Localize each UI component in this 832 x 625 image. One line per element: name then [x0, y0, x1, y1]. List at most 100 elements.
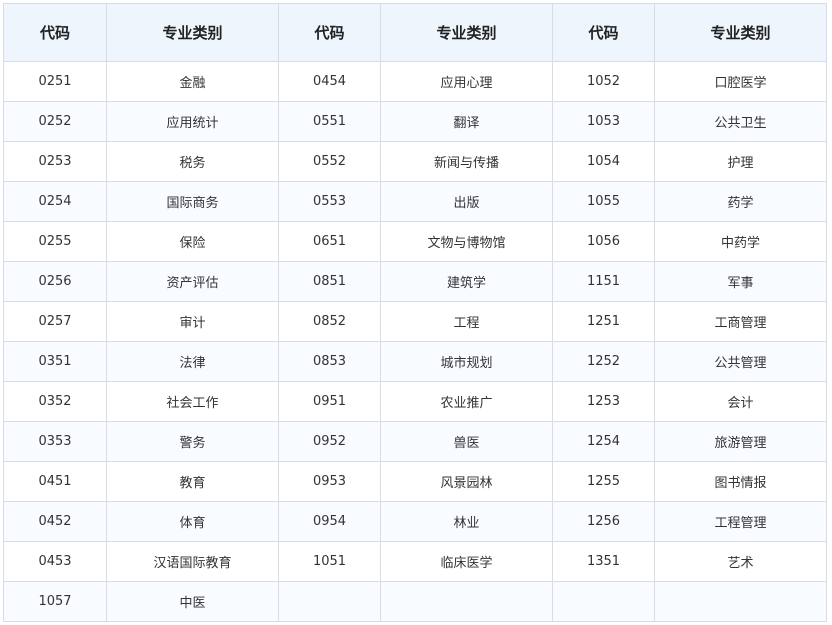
- code-cell: 1052: [552, 61, 655, 102]
- code-cell: 0353: [3, 421, 107, 462]
- category-cell: 工程: [380, 301, 553, 342]
- code-cell: 0454: [278, 61, 381, 102]
- code-cell: [552, 581, 655, 622]
- code-cell: 0257: [3, 301, 107, 342]
- code-cell: 0451: [3, 461, 107, 502]
- category-cell: 出版: [380, 181, 553, 222]
- category-cell: 保险: [106, 221, 279, 262]
- category-cell: 艺术: [654, 541, 827, 582]
- code-cell: 1056: [552, 221, 655, 262]
- category-cell: 应用统计: [106, 101, 279, 142]
- table-row: 0451 教育 0953 风景园林 1255 图书情报: [3, 461, 827, 502]
- code-cell: 1051: [278, 541, 381, 582]
- table-row: 0251 金融 0454 应用心理 1052 口腔医学: [3, 61, 827, 102]
- code-cell: 0253: [3, 141, 107, 182]
- code-cell: 1057: [3, 581, 107, 622]
- category-cell: 图书情报: [654, 461, 827, 502]
- category-cell: 法律: [106, 341, 279, 382]
- category-cell: 应用心理: [380, 61, 553, 102]
- category-cell: 文物与博物馆: [380, 221, 553, 262]
- category-cell: 旅游管理: [654, 421, 827, 462]
- code-cell: 0552: [278, 141, 381, 182]
- table-row: 0351 法律 0853 城市规划 1252 公共管理: [3, 341, 827, 382]
- category-cell: 新闻与传播: [380, 141, 553, 182]
- category-cell: 风景园林: [380, 461, 553, 502]
- category-cell: 审计: [106, 301, 279, 342]
- code-cell: 0852: [278, 301, 381, 342]
- category-cell: 林业: [380, 501, 553, 542]
- category-cell: 工程管理: [654, 501, 827, 542]
- table-row: 1057 中医: [3, 581, 827, 622]
- code-cell: 0252: [3, 101, 107, 142]
- code-cell: 0452: [3, 501, 107, 542]
- header-code: 代码: [552, 3, 655, 62]
- category-cell: 城市规划: [380, 341, 553, 382]
- code-cell: 0256: [3, 261, 107, 302]
- code-cell: 0352: [3, 381, 107, 422]
- code-cell: 1255: [552, 461, 655, 502]
- code-cell: 0851: [278, 261, 381, 302]
- table-row: 0252 应用统计 0551 翻译 1053 公共卫生: [3, 101, 827, 142]
- code-cell: 1151: [552, 261, 655, 302]
- table-row: 0353 警务 0952 兽医 1254 旅游管理: [3, 421, 827, 462]
- degree-category-table: 代码 专业类别 代码 专业类别 代码 专业类别 0251 金融 0454 应用心…: [3, 3, 827, 622]
- code-cell: 0255: [3, 221, 107, 262]
- category-cell: 军事: [654, 261, 827, 302]
- category-cell: 会计: [654, 381, 827, 422]
- category-cell: 农业推广: [380, 381, 553, 422]
- code-cell: 1254: [552, 421, 655, 462]
- code-cell: 0553: [278, 181, 381, 222]
- category-cell: 汉语国际教育: [106, 541, 279, 582]
- code-cell: 0952: [278, 421, 381, 462]
- category-cell: 药学: [654, 181, 827, 222]
- code-cell: 0351: [3, 341, 107, 382]
- category-cell: 社会工作: [106, 381, 279, 422]
- category-cell: 资产评估: [106, 261, 279, 302]
- category-cell: 兽医: [380, 421, 553, 462]
- header-category: 专业类别: [380, 3, 553, 62]
- header-category: 专业类别: [106, 3, 279, 62]
- category-cell: [380, 581, 553, 622]
- category-cell: 护理: [654, 141, 827, 182]
- code-cell: 0453: [3, 541, 107, 582]
- code-cell: 0251: [3, 61, 107, 102]
- code-cell: 0951: [278, 381, 381, 422]
- table-row: 0254 国际商务 0553 出版 1055 药学: [3, 181, 827, 222]
- code-cell: 0953: [278, 461, 381, 502]
- degree-category-table-container: 代码 专业类别 代码 专业类别 代码 专业类别 0251 金融 0454 应用心…: [3, 3, 827, 622]
- category-cell: 临床医学: [380, 541, 553, 582]
- table-row: 0256 资产评估 0851 建筑学 1151 军事: [3, 261, 827, 302]
- code-cell: 0651: [278, 221, 381, 262]
- table-row: 0453 汉语国际教育 1051 临床医学 1351 艺术: [3, 541, 827, 582]
- code-cell: 1055: [552, 181, 655, 222]
- category-cell: 国际商务: [106, 181, 279, 222]
- code-cell: 1252: [552, 341, 655, 382]
- code-cell: 1054: [552, 141, 655, 182]
- table-row: 0257 审计 0852 工程 1251 工商管理: [3, 301, 827, 342]
- category-cell: 警务: [106, 421, 279, 462]
- code-cell: 0853: [278, 341, 381, 382]
- category-cell: 教育: [106, 461, 279, 502]
- code-cell: 1251: [552, 301, 655, 342]
- category-cell: 工商管理: [654, 301, 827, 342]
- category-cell: 体育: [106, 501, 279, 542]
- header-code: 代码: [278, 3, 381, 62]
- category-cell: 税务: [106, 141, 279, 182]
- header-category: 专业类别: [654, 3, 827, 62]
- category-cell: 中药学: [654, 221, 827, 262]
- table-row: 0452 体育 0954 林业 1256 工程管理: [3, 501, 827, 542]
- category-cell: 建筑学: [380, 261, 553, 302]
- category-cell: 公共卫生: [654, 101, 827, 142]
- code-cell: 0954: [278, 501, 381, 542]
- code-cell: 1351: [552, 541, 655, 582]
- category-cell: 金融: [106, 61, 279, 102]
- table-row: 0352 社会工作 0951 农业推广 1253 会计: [3, 381, 827, 422]
- category-cell: 中医: [106, 581, 279, 622]
- code-cell: 0551: [278, 101, 381, 142]
- code-cell: [278, 581, 381, 622]
- code-cell: 1053: [552, 101, 655, 142]
- table-row: 0255 保险 0651 文物与博物馆 1056 中药学: [3, 221, 827, 262]
- table-row: 0253 税务 0552 新闻与传播 1054 护理: [3, 141, 827, 182]
- category-cell: 公共管理: [654, 341, 827, 382]
- header-code: 代码: [3, 3, 107, 62]
